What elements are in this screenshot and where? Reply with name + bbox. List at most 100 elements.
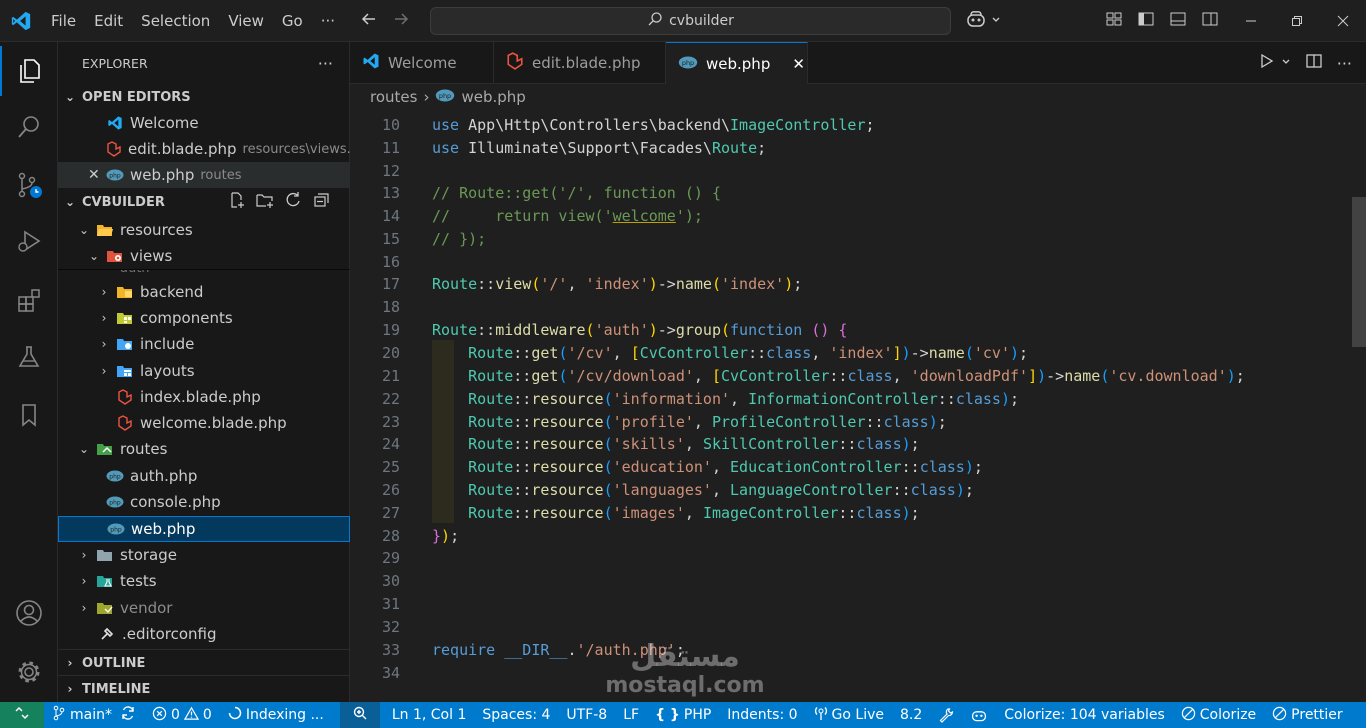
run-icon[interactable] bbox=[1259, 53, 1275, 73]
tree-file-web-php[interactable]: php web.php bbox=[58, 516, 350, 542]
tree-file-index-blade[interactable]: index.blade.php bbox=[58, 384, 350, 410]
status-bar: main* 0 0 Indexing ... Ln 1, Col 1 Space… bbox=[0, 702, 1366, 728]
remote-icon bbox=[14, 705, 30, 725]
tree-folder-routes[interactable]: ⌄ routes bbox=[58, 436, 350, 462]
open-editor-web-php[interactable]: ✕ php web.php routes bbox=[58, 162, 350, 188]
open-editor-edit-blade[interactable]: edit.blade.php resources\views... bbox=[58, 136, 350, 162]
testing-icon[interactable] bbox=[0, 332, 58, 382]
code-line: 11 use Illuminate\Support\Facades\Route; bbox=[350, 136, 1350, 159]
project-section[interactable]: ⌄ CVBUILDER bbox=[58, 189, 350, 215]
new-file-icon[interactable] bbox=[228, 191, 246, 213]
indents-indicator[interactable]: Indents: 0 bbox=[719, 702, 805, 728]
indentation-spaces[interactable]: Spaces: 4 bbox=[474, 702, 558, 728]
line-number: 13 bbox=[381, 183, 400, 202]
extensions-icon[interactable] bbox=[0, 276, 58, 326]
search-text: cvbuilder bbox=[669, 13, 734, 29]
timeline-section[interactable]: › TIMELINE bbox=[58, 676, 350, 702]
folder-open-icon bbox=[96, 222, 114, 238]
tree-folder-storage[interactable]: › storage bbox=[58, 542, 350, 568]
end-of-line[interactable]: LF bbox=[615, 702, 647, 728]
tree-label: tests bbox=[120, 572, 157, 590]
split-editor-icon[interactable] bbox=[1305, 52, 1323, 74]
tree-file-welcome-blade[interactable]: welcome.blade.php bbox=[58, 410, 350, 436]
tree-label: .editorconfig bbox=[122, 625, 217, 643]
menu-go[interactable]: Go bbox=[273, 0, 312, 42]
menu-view[interactable]: View bbox=[219, 0, 273, 42]
tree-folder-tests[interactable]: › tests bbox=[58, 568, 350, 594]
colorize-variables[interactable]: Colorize: 104 variables bbox=[996, 702, 1173, 728]
more-actions-icon[interactable]: ··· bbox=[1337, 54, 1352, 73]
tree-folder-views[interactable]: ⌄ views bbox=[58, 243, 350, 269]
toggle-secondary-sidebar-icon[interactable] bbox=[1201, 10, 1219, 32]
problems-indicator[interactable]: 0 0 bbox=[144, 702, 220, 728]
menu-file[interactable]: File bbox=[42, 0, 85, 42]
tree-folder-resources[interactable]: ⌄ resources bbox=[58, 217, 350, 243]
chevron-right-icon: › bbox=[81, 601, 87, 615]
copilot-button[interactable] bbox=[965, 9, 1001, 33]
tree-file-auth-php[interactable]: php auth.php bbox=[58, 463, 350, 489]
collapse-all-icon[interactable] bbox=[312, 191, 330, 213]
php-version[interactable]: 8.2 bbox=[892, 702, 930, 728]
chevron-right-icon: › bbox=[67, 682, 73, 696]
open-editors-section[interactable]: ⌄ OPEN EDITORS bbox=[58, 84, 350, 110]
indexing-indicator[interactable]: Indexing ... bbox=[220, 702, 332, 728]
breadcrumb-file[interactable]: web.php bbox=[461, 88, 525, 106]
close-tab-icon[interactable]: ✕ bbox=[792, 55, 805, 73]
encoding[interactable]: UTF-8 bbox=[558, 702, 615, 728]
tree-folder-include[interactable]: › include bbox=[58, 331, 350, 357]
new-folder-icon[interactable] bbox=[256, 191, 274, 213]
tab-web-php[interactable]: php web.php ✕ bbox=[666, 42, 808, 84]
more-actions-icon[interactable]: ··· bbox=[318, 54, 333, 73]
explorer-icon[interactable] bbox=[0, 46, 58, 96]
forward-arrow-icon[interactable] bbox=[392, 10, 410, 32]
run-debug-icon[interactable] bbox=[0, 216, 58, 266]
tree-label: views bbox=[130, 247, 173, 265]
customize-layout-icon[interactable] bbox=[1105, 10, 1123, 32]
editor-scrollbar[interactable] bbox=[1352, 197, 1366, 347]
tree-file-editorconfig[interactable]: .editorconfig bbox=[58, 621, 350, 647]
settings-gear-icon[interactable] bbox=[0, 647, 58, 697]
tree-file-console-php[interactable]: php console.php bbox=[58, 489, 350, 515]
restore-icon[interactable] bbox=[1274, 0, 1320, 42]
tree-folder-backend[interactable]: › backend bbox=[58, 279, 350, 305]
go-live-button[interactable]: Go Live bbox=[806, 702, 892, 728]
folder-routes-icon bbox=[96, 441, 114, 457]
colorize-toggle[interactable]: Colorize bbox=[1173, 702, 1264, 728]
tab-edit-blade[interactable]: edit.blade.php bbox=[494, 42, 666, 84]
tree-folder-components[interactable]: › components bbox=[58, 305, 350, 331]
tree-folder-layouts[interactable]: › layouts bbox=[58, 358, 350, 384]
open-editor-welcome[interactable]: Welcome bbox=[58, 110, 350, 136]
tree-label: components bbox=[140, 309, 233, 327]
cursor-position[interactable]: Ln 1, Col 1 bbox=[384, 702, 475, 728]
breadcrumb-folder[interactable]: routes bbox=[370, 88, 417, 106]
menu-more[interactable]: ··· bbox=[312, 0, 344, 42]
menu-selection[interactable]: Selection bbox=[132, 0, 219, 42]
language-mode[interactable]: { } PHP bbox=[647, 702, 719, 728]
toggle-panel-icon[interactable] bbox=[1169, 10, 1187, 32]
error-icon bbox=[152, 706, 167, 725]
toggle-primary-sidebar-icon[interactable] bbox=[1137, 10, 1155, 32]
command-center-search[interactable]: cvbuilder bbox=[430, 7, 951, 35]
zoom-indicator[interactable] bbox=[339, 702, 380, 728]
close-window-icon[interactable] bbox=[1320, 0, 1366, 42]
copilot-status-icon[interactable] bbox=[962, 702, 996, 728]
menu-bar: File Edit Selection View Go ··· bbox=[42, 0, 344, 42]
prettier-status[interactable]: Prettier bbox=[1264, 702, 1351, 728]
tab-welcome[interactable]: Welcome bbox=[350, 42, 494, 84]
chevron-down-icon[interactable] bbox=[1281, 55, 1291, 71]
refresh-icon[interactable] bbox=[284, 191, 302, 213]
remote-indicator[interactable] bbox=[0, 702, 44, 728]
bookmarks-icon[interactable] bbox=[0, 390, 58, 440]
wrench-icon[interactable] bbox=[930, 702, 962, 728]
source-control-icon[interactable] bbox=[0, 160, 58, 210]
tree-folder-vendor[interactable]: › vendor bbox=[58, 595, 350, 621]
code-line: 31 bbox=[350, 592, 1350, 615]
minimize-icon[interactable] bbox=[1228, 0, 1274, 42]
outline-section[interactable]: › OUTLINE bbox=[58, 650, 350, 676]
search-view-icon[interactable] bbox=[0, 102, 58, 152]
branch-indicator[interactable]: main* bbox=[44, 702, 144, 728]
menu-edit[interactable]: Edit bbox=[85, 0, 132, 42]
close-editor-icon[interactable]: ✕ bbox=[88, 167, 106, 183]
back-arrow-icon[interactable] bbox=[360, 10, 378, 32]
account-icon[interactable] bbox=[0, 588, 58, 638]
